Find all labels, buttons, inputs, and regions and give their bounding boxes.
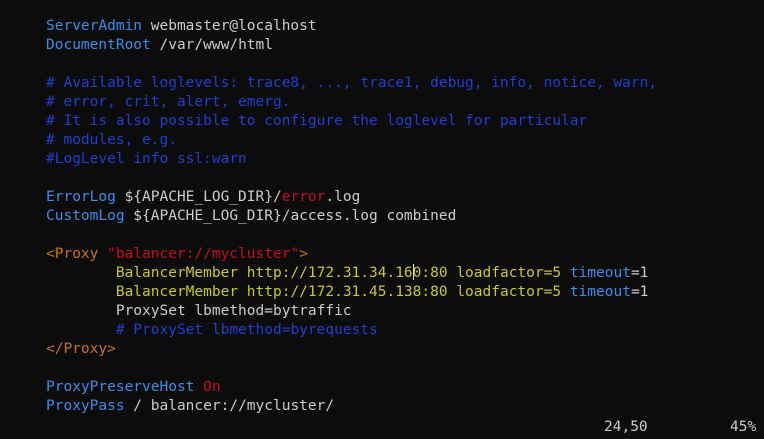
code-token: / balancer://mycluster/	[124, 398, 335, 414]
code-token: ${APACHE_LOG_DIR}/access.log combined	[124, 208, 457, 224]
code-token: timeout	[569, 265, 631, 281]
code-token: BalancerMember	[115, 284, 239, 300]
code-token: http://172.31.45.138:80	[246, 284, 448, 300]
code-line: ErrorLog ${APACHE_LOG_DIR}/error.log	[0, 188, 764, 207]
code-token: On	[203, 379, 221, 395]
code-line: # Available loglevels: trace8, ..., trac…	[0, 74, 764, 93]
code-line: ProxySet lbmethod=bytraffic	[0, 302, 764, 321]
code-token: ${APACHE_LOG_DIR}/	[115, 189, 282, 205]
code-line: ServerAdmin webmaster@localhost	[0, 17, 764, 36]
code-token: ProxyPass	[46, 398, 125, 414]
code-token: # It is also possible to configure the l…	[46, 113, 588, 129]
code-token: =1	[630, 265, 649, 281]
code-token: /var/www/html	[150, 37, 273, 53]
code-token: 0:80	[412, 265, 448, 281]
code-token: http://172.31.34.16	[246, 265, 413, 281]
code-token: .log	[325, 189, 361, 205]
code-line: BalancerMember http://172.31.45.138:80 l…	[0, 283, 764, 302]
code-line: DocumentRoot /var/www/html	[0, 36, 764, 55]
code-token: webmaster@localhost	[142, 18, 317, 34]
code-token: loadfactor=5	[456, 284, 562, 300]
code-line: CustomLog ${APACHE_LOG_DIR}/access.log c…	[0, 207, 764, 226]
code-token: timeout	[569, 284, 631, 300]
code-token: =1	[630, 284, 649, 300]
code-token: DocumentRoot	[46, 37, 151, 53]
code-token: ProxySet lbmethod=bytraffic	[46, 303, 352, 319]
code-token: ErrorLog	[46, 189, 116, 205]
code-line: # error, crit, alert, emerg.	[0, 93, 764, 112]
code-token: error	[281, 189, 326, 205]
code-line: BalancerMember http://172.31.34.160:80 l…	[0, 264, 764, 283]
code-token: <Proxy	[46, 246, 99, 262]
code-line: #LogLevel info ssl:warn	[0, 150, 764, 169]
code-token: # ProxySet lbmethod=byrequests	[115, 322, 378, 338]
code-line: # It is also possible to configure the l…	[0, 112, 764, 131]
scroll-percent: 45%	[730, 419, 757, 435]
code-token: ProxyPreserveHost	[46, 379, 195, 395]
code-line: <Proxy "balancer://mycluster">	[0, 245, 764, 264]
code-token: loadfactor=5	[456, 265, 562, 281]
code-line: # modules, e.g.	[0, 131, 764, 150]
code-token: BalancerMember	[115, 265, 239, 281]
code-token: # error, crit, alert, emerg.	[46, 94, 291, 110]
code-line: # ProxySet lbmethod=byrequests	[0, 321, 764, 340]
status-line: 24,50 45%	[0, 418, 764, 437]
editor-buffer[interactable]: ServerAdmin webmaster@localhost DocumentR…	[0, 17, 764, 416]
code-token: >	[299, 246, 308, 262]
code-token: ServerAdmin	[46, 18, 143, 34]
code-token: </Proxy>	[46, 341, 116, 357]
cursor-position: 24,50	[604, 419, 648, 435]
code-token: CustomLog	[46, 208, 125, 224]
code-line: ProxyPass / balancer://mycluster/	[0, 397, 764, 416]
code-line: ProxyPreserveHost On	[0, 378, 764, 397]
code-token: # Available loglevels: trace8, ..., trac…	[46, 75, 658, 91]
code-token: #LogLevel info ssl:warn	[46, 151, 247, 167]
code-line: </Proxy>	[0, 340, 764, 359]
code-token: # modules, e.g.	[46, 132, 177, 148]
code-token: "balancer://mycluster"	[107, 246, 300, 262]
